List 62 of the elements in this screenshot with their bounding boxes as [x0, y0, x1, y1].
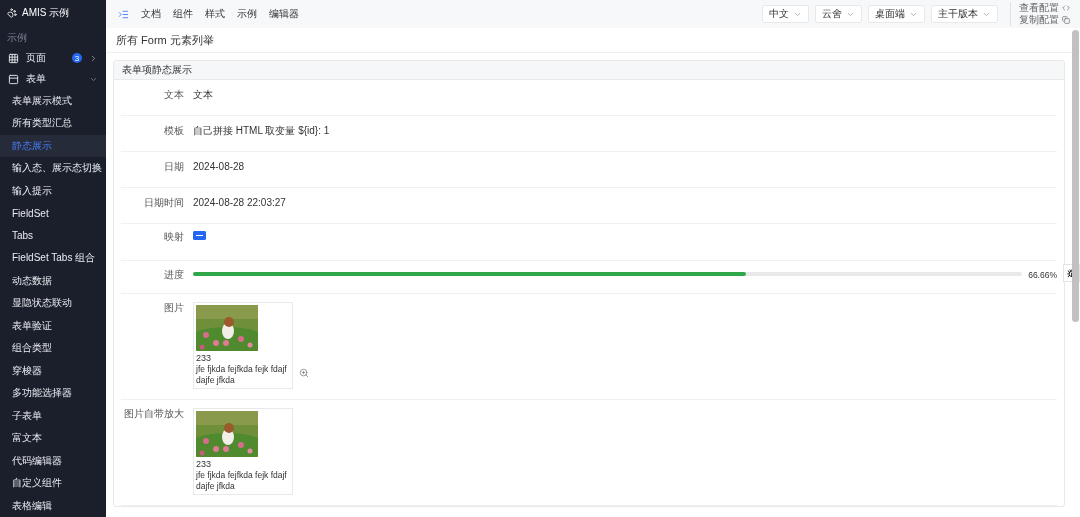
nav-link[interactable]: 组件: [173, 7, 193, 21]
field-label: 模板: [163, 125, 185, 137]
sidebar-group-label: 示例: [6, 31, 28, 45]
collapse-icon[interactable]: [118, 8, 129, 20]
image-title: 233: [196, 458, 213, 470]
field-label: 文本: [163, 89, 185, 101]
sidebar-subitem[interactable]: 静态展示: [0, 134, 106, 157]
dropdown-button[interactable]: 主干版本: [931, 5, 998, 23]
sidebar-subitem[interactable]: 显隐状态联动: [0, 292, 106, 315]
paw-icon: [7, 8, 17, 18]
dropdown-button[interactable]: 桌面端: [868, 5, 925, 23]
nav-link[interactable]: 样式: [205, 7, 225, 21]
sidebar-subitem[interactable]: 子表单: [0, 404, 106, 427]
nav-link[interactable]: 文档: [141, 7, 161, 21]
sidebar-subitem[interactable]: FieldSet Tabs 组合: [0, 247, 106, 270]
progress-reading: 66.66%: [1028, 269, 1057, 281]
dropdown-button[interactable]: 云舍: [815, 5, 862, 23]
field-label: 映射: [163, 231, 185, 243]
sidebar-subitem[interactable]: 富文本: [0, 427, 106, 450]
field-value: 2024-08-28 22:03:27: [193, 197, 286, 209]
field-label: 图片自带放大: [123, 408, 185, 421]
count-badge: 3: [72, 53, 82, 64]
zoom-in-icon[interactable]: [299, 368, 309, 378]
field-value: 自己拼接 HTML 取变量 ${id}: 1: [193, 125, 330, 137]
sidebar-subitem[interactable]: 表格编辑: [0, 494, 106, 517]
sidebar-subitem[interactable]: 组合类型: [0, 337, 106, 360]
field-value: 文本: [193, 89, 213, 101]
sidebar-subitem[interactable]: 表单验证: [0, 314, 106, 337]
nav-link[interactable]: 示例: [237, 7, 257, 21]
sidebar-item[interactable]: 页面 3: [0, 47, 106, 69]
mapping-tag: [193, 231, 206, 240]
image-caption: jfe fjkda fejfkda fejk fdajf dajfe jfkda: [196, 364, 288, 386]
sidebar-subitem[interactable]: 输入提示: [0, 179, 106, 202]
sidebar-subitem[interactable]: 输入态、展示态切换: [0, 157, 106, 180]
sidebar-subitem[interactable]: 自定义组件: [0, 472, 106, 495]
sidebar-subitem[interactable]: 多功能选择器: [0, 382, 106, 405]
field-label: 日期时间: [143, 197, 185, 209]
image-title: 233: [196, 352, 213, 364]
form-icon: [8, 73, 19, 85]
nav-link[interactable]: 编辑器: [269, 7, 299, 21]
sidebar-subitem[interactable]: 动态数据: [0, 269, 106, 292]
sidebar-subitem[interactable]: 穿梭器: [0, 359, 106, 382]
grid-icon: [8, 52, 19, 64]
copy-icon: [1062, 16, 1070, 24]
panel-title: 表单项静态展示: [114, 61, 1064, 80]
sidebar-subitem[interactable]: 所有类型汇总: [0, 112, 106, 135]
sidebar-item[interactable]: 表单: [0, 68, 106, 90]
sidebar-subitem[interactable]: 代码编辑器: [0, 449, 106, 472]
scrollbar-thumb[interactable]: [1072, 30, 1079, 322]
dropdown-button[interactable]: 中文: [762, 5, 809, 23]
brand-title: AMIS 示例: [22, 6, 70, 20]
image-caption: jfe fjkda fejfkda fejk fdajf dajfe jfkda: [196, 470, 288, 492]
config-link[interactable]: 查看配置: [1019, 2, 1070, 14]
field-value: 2024-08-28: [193, 161, 245, 173]
sidebar-subitem[interactable]: Tabs: [0, 224, 106, 247]
sidebar-subitem[interactable]: 表单展示模式: [0, 89, 106, 112]
field-label: 进度: [163, 269, 185, 281]
field-label: 图片: [163, 302, 185, 315]
config-link[interactable]: 复制配置: [1019, 14, 1070, 26]
code-icon: [1062, 4, 1070, 12]
field-label: 日期: [163, 161, 185, 173]
sidebar-subitem[interactable]: FieldSet: [0, 202, 106, 225]
